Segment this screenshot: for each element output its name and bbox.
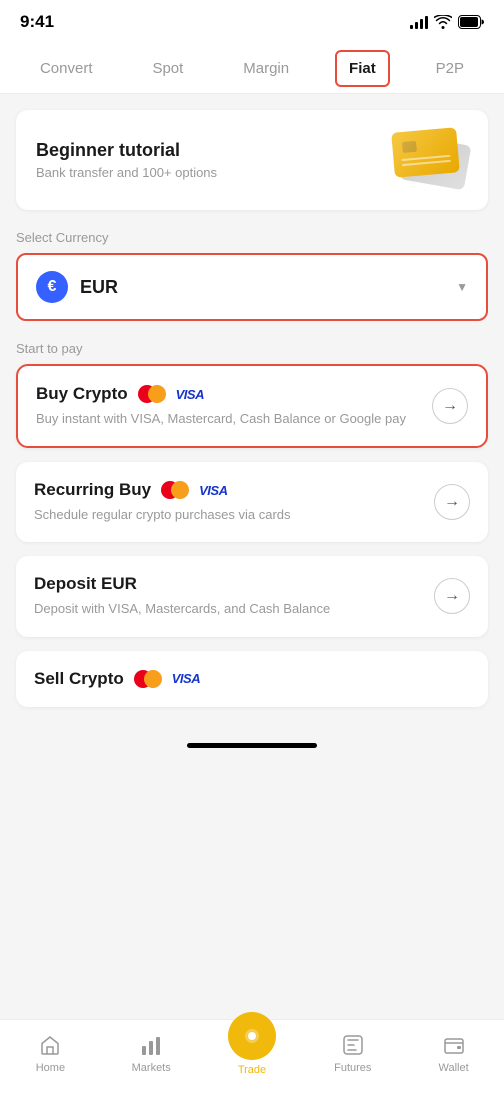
tutorial-title: Beginner tutorial xyxy=(36,140,217,161)
recurring-buy-card[interactable]: Recurring Buy VISA Schedule regular cryp… xyxy=(16,462,488,542)
chevron-down-icon: ▼ xyxy=(456,280,468,294)
recurring-mastercard-logo xyxy=(161,481,189,499)
sell-crypto-title: Sell Crypto xyxy=(34,669,124,689)
buy-crypto-left: Buy Crypto VISA Buy instant with VISA, M… xyxy=(36,384,432,428)
buy-crypto-desc: Buy instant with VISA, Mastercard, Cash … xyxy=(36,410,420,428)
tutorial-text: Beginner tutorial Bank transfer and 100+… xyxy=(36,140,217,180)
card-front xyxy=(391,127,460,177)
buy-crypto-arrow[interactable]: → xyxy=(432,388,468,424)
home-label: Home xyxy=(36,1062,65,1074)
currency-section-label: Select Currency xyxy=(16,230,488,245)
recurring-visa-logo: VISA xyxy=(199,483,227,498)
deposit-eur-title-row: Deposit EUR xyxy=(34,574,422,594)
bottom-nav-futures[interactable]: Futures xyxy=(323,1032,383,1074)
tutorial-card[interactable]: Beginner tutorial Bank transfer and 100+… xyxy=(16,110,488,210)
status-time: 9:41 xyxy=(20,12,54,32)
nav-tabs: Convert Spot Margin Fiat P2P xyxy=(0,44,504,94)
sell-mastercard-logo xyxy=(134,670,162,688)
currency-name: EUR xyxy=(80,277,118,298)
tab-convert[interactable]: Convert xyxy=(26,50,107,87)
recurring-buy-title: Recurring Buy xyxy=(34,480,151,500)
recurring-mc-right xyxy=(171,481,189,499)
pay-section-label: Start to pay xyxy=(16,341,488,356)
status-bar: 9:41 xyxy=(0,0,504,44)
bottom-nav-home[interactable]: Home xyxy=(20,1032,80,1074)
recurring-buy-left: Recurring Buy VISA Schedule regular cryp… xyxy=(34,480,434,524)
buy-crypto-title: Buy Crypto xyxy=(36,384,128,404)
mastercard-logo xyxy=(138,385,166,403)
main-content: Beginner tutorial Bank transfer and 100+… xyxy=(0,94,504,737)
home-icon xyxy=(37,1032,63,1058)
card-lines xyxy=(401,155,451,169)
bottom-nav-wallet[interactable]: Wallet xyxy=(424,1032,484,1074)
tab-fiat[interactable]: Fiat xyxy=(335,50,390,87)
bottom-nav-markets[interactable]: Markets xyxy=(121,1032,181,1074)
currency-selector[interactable]: € EUR ▼ xyxy=(16,253,488,321)
tutorial-description: Bank transfer and 100+ options xyxy=(36,165,217,180)
deposit-eur-card[interactable]: Deposit EUR Deposit with VISA, Mastercar… xyxy=(16,556,488,636)
markets-icon xyxy=(138,1032,164,1058)
recurring-buy-title-row: Recurring Buy VISA xyxy=(34,480,422,500)
deposit-eur-arrow[interactable]: → xyxy=(434,578,470,614)
deposit-eur-title: Deposit EUR xyxy=(34,574,137,594)
trade-label: Trade xyxy=(238,1064,266,1076)
battery-icon xyxy=(458,15,484,29)
bottom-nav: Home Markets Trade Futures xyxy=(0,1019,504,1096)
tab-spot[interactable]: Spot xyxy=(138,50,197,87)
sell-visa-logo: VISA xyxy=(172,671,200,686)
markets-label: Markets xyxy=(132,1062,171,1074)
wifi-icon xyxy=(434,15,452,29)
buy-crypto-card[interactable]: Buy Crypto VISA Buy instant with VISA, M… xyxy=(16,364,488,448)
futures-icon xyxy=(340,1032,366,1058)
signal-icon xyxy=(410,15,428,29)
home-indicator xyxy=(187,743,317,748)
tutorial-image xyxy=(388,130,468,190)
card-visual xyxy=(388,130,468,190)
deposit-eur-left: Deposit EUR Deposit with VISA, Mastercar… xyxy=(34,574,434,618)
sell-mc-right xyxy=(144,670,162,688)
visa-logo: VISA xyxy=(176,387,204,402)
deposit-eur-desc: Deposit with VISA, Mastercards, and Cash… xyxy=(34,600,422,618)
sell-crypto-title-row: Sell Crypto VISA xyxy=(34,669,470,689)
wallet-label: Wallet xyxy=(439,1062,469,1074)
tab-margin[interactable]: Margin xyxy=(229,50,303,87)
sell-crypto-card[interactable]: Sell Crypto VISA xyxy=(16,651,488,707)
card-chip xyxy=(402,141,417,153)
bottom-nav-trade[interactable]: Trade xyxy=(222,1030,282,1076)
mc-right xyxy=(148,385,166,403)
futures-label: Futures xyxy=(334,1062,371,1074)
currency-left: € EUR xyxy=(36,271,118,303)
buy-crypto-title-row: Buy Crypto VISA xyxy=(36,384,420,404)
eur-icon: € xyxy=(36,271,68,303)
recurring-buy-arrow[interactable]: → xyxy=(434,484,470,520)
status-icons xyxy=(410,15,484,29)
trade-icon xyxy=(228,1012,276,1060)
recurring-buy-desc: Schedule regular crypto purchases via ca… xyxy=(34,506,422,524)
tab-p2p[interactable]: P2P xyxy=(422,50,478,87)
wallet-icon xyxy=(441,1032,467,1058)
